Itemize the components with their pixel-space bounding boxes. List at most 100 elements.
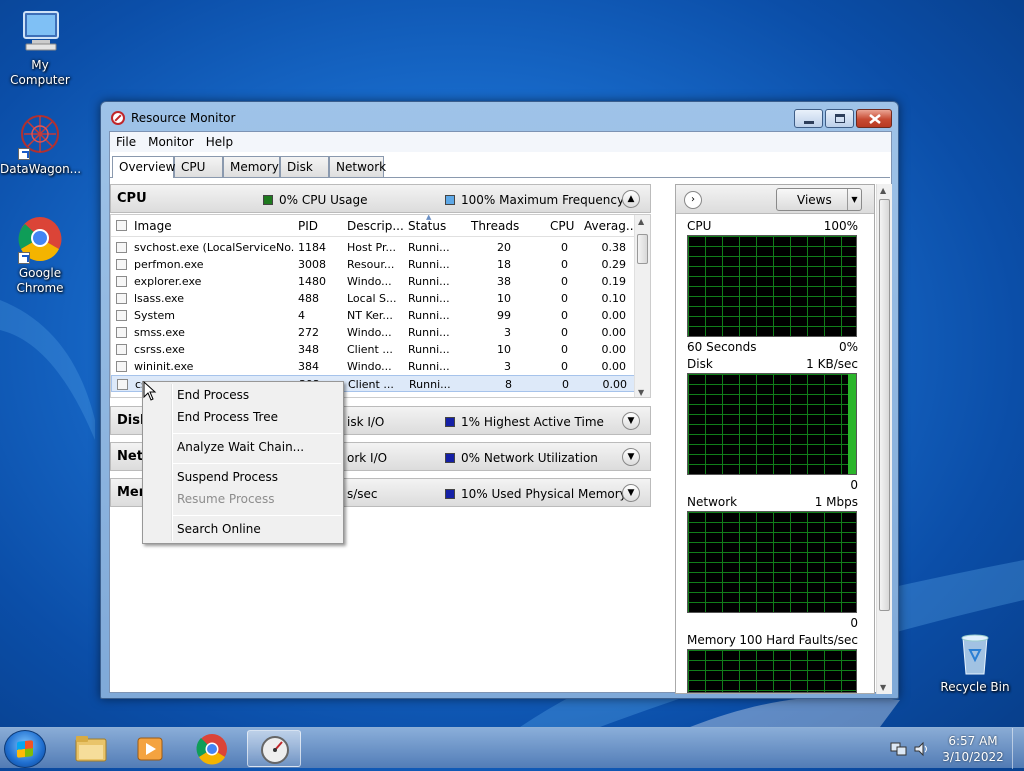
col-status[interactable]: Status <box>408 219 446 233</box>
resource-monitor-icon <box>261 736 289 764</box>
cpu-section-title: CPU <box>117 191 147 206</box>
graph-pane-header: › Views ▼ <box>676 185 874 214</box>
menu-file[interactable]: File <box>110 132 142 149</box>
volume-tray-icon[interactable] <box>913 741 931 757</box>
row-checkbox[interactable] <box>116 310 127 321</box>
scroll-down-icon[interactable]: ▼ <box>638 388 644 397</box>
views-button[interactable]: Views ▼ <box>776 188 862 211</box>
menu-item-suspend-process[interactable]: Suspend Process <box>177 470 278 484</box>
taskbar-resource-monitor-button[interactable] <box>247 730 301 767</box>
taskbar-chrome-button[interactable] <box>185 730 239 767</box>
graph-disk-max: 1 KB/sec <box>806 357 858 371</box>
desktop-icon-datawagon[interactable]: DataWagon... <box>0 112 81 177</box>
row-checkbox[interactable] <box>116 276 127 287</box>
expand-disk-button[interactable]: ▼ <box>622 412 640 430</box>
close-button[interactable] <box>856 109 892 128</box>
graph-pane: › Views ▼ CPU 100% 60 Seconds 0% Disk 1 … <box>675 184 875 694</box>
expand-memory-button[interactable]: ▼ <box>622 484 640 502</box>
menu-item-search-online[interactable]: Search Online <box>177 522 261 536</box>
cpu-frequency-text: 100% Maximum Frequency <box>461 193 625 207</box>
row-checkbox[interactable] <box>116 344 127 355</box>
shortcut-arrow-icon <box>18 252 30 264</box>
row-checkbox[interactable] <box>116 259 127 270</box>
table-row[interactable]: wininit.exe 384 Windo... Runni... 3 0 0.… <box>111 358 636 375</box>
minimize-button[interactable] <box>794 109 823 128</box>
show-desktop-button[interactable] <box>1012 728 1024 769</box>
graph-pane-scrollbar[interactable]: ▲ ▼ <box>876 184 892 694</box>
folder-icon <box>75 736 107 762</box>
expand-network-button[interactable]: ▼ <box>622 448 640 466</box>
tab-cpu[interactable]: CPU <box>174 156 223 177</box>
table-row[interactable]: svchost.exe (LocalServiceNo... 1184 Host… <box>111 239 636 256</box>
scroll-up-icon[interactable]: ▲ <box>638 217 644 226</box>
menu-bar: File Monitor Help <box>110 132 891 152</box>
menu-monitor[interactable]: Monitor <box>142 132 200 149</box>
memory-graph <box>687 649 857 693</box>
scroll-thumb[interactable] <box>879 199 890 611</box>
row-checkbox[interactable] <box>116 361 127 372</box>
computer-icon <box>16 8 64 56</box>
row-checkbox[interactable] <box>116 293 127 304</box>
desktop-icon-my-computer[interactable]: My Computer <box>0 8 80 88</box>
cpu-section-header[interactable]: CPU 0% CPU Usage 100% Maximum Frequency … <box>110 184 651 213</box>
table-row[interactable]: csrss.exe 348 Client ... Runni... 10 0 0… <box>111 341 636 358</box>
cpu-table-scrollbar[interactable]: ▲ ▼ <box>634 215 650 397</box>
title-bar[interactable]: Resource Monitor <box>101 102 898 132</box>
scroll-down-icon[interactable]: ▼ <box>880 683 886 692</box>
menu-help[interactable]: Help <box>200 132 239 149</box>
graph-memory-name: Memory <box>687 633 736 647</box>
tab-memory[interactable]: Memory <box>223 156 280 177</box>
taskbar: 6:57 AM 3/10/2022 <box>0 727 1024 769</box>
menu-separator <box>173 463 341 464</box>
menu-item-analyze-wait-chain[interactable]: Analyze Wait Chain... <box>177 440 304 454</box>
select-all-checkbox[interactable] <box>116 220 127 231</box>
recycle-bin-icon <box>951 630 999 678</box>
graph-network-max: 1 Mbps <box>814 495 858 509</box>
table-row[interactable]: explorer.exe 1480 Windo... Runni... 38 0… <box>111 273 636 290</box>
collapse-cpu-button[interactable]: ▲ <box>622 190 640 208</box>
disk-active-text: 1% Highest Active Time <box>461 415 604 429</box>
taskbar-media-player-button[interactable] <box>123 730 177 767</box>
menu-item-end-process-tree[interactable]: End Process Tree <box>177 410 278 424</box>
system-clock[interactable]: 6:57 AM 3/10/2022 <box>938 733 1008 765</box>
row-checkbox[interactable] <box>116 242 127 253</box>
row-checkbox[interactable] <box>117 379 128 390</box>
row-checkbox[interactable] <box>116 327 127 338</box>
disk-io-text: isk I/O <box>347 415 385 429</box>
scroll-thumb[interactable] <box>637 234 648 264</box>
cpu-table-header: Image PID Descrip... Status Threads CPU … <box>111 214 637 237</box>
window-title: Resource Monitor <box>131 111 236 125</box>
network-util-swatch <box>445 453 455 463</box>
desktop-icon-google-chrome[interactable]: Google Chrome <box>0 216 80 296</box>
disk-graph <box>687 373 857 475</box>
graph-cpu-min: 0% <box>838 340 858 354</box>
tab-disk[interactable]: Disk <box>280 156 329 177</box>
col-average[interactable]: Averag... <box>584 219 637 233</box>
tab-network[interactable]: Network <box>329 156 386 177</box>
col-pid[interactable]: PID <box>298 219 318 233</box>
start-button[interactable] <box>4 730 46 768</box>
graph-cpu-name: CPU <box>687 219 712 233</box>
sort-arrow-icon: ▲ <box>426 214 432 221</box>
table-row[interactable]: lsass.exe 488 Local S... Runni... 10 0 0… <box>111 290 636 307</box>
cpu-usage-swatch <box>263 195 273 205</box>
chrome-icon <box>16 216 64 264</box>
col-description[interactable]: Descrip... <box>347 219 404 233</box>
col-cpu[interactable]: CPU <box>550 219 574 233</box>
tab-overview[interactable]: Overview <box>112 156 176 178</box>
network-util-text: 0% Network Utilization <box>461 451 598 465</box>
graph-disk-name: Disk <box>687 357 713 371</box>
expand-graphs-button[interactable]: › <box>684 191 702 209</box>
menu-item-end-process[interactable]: End Process <box>177 388 249 402</box>
network-tray-icon[interactable] <box>890 741 908 757</box>
desktop-icon-recycle-bin[interactable]: Recycle Bin <box>935 630 1015 695</box>
maximize-button[interactable] <box>825 109 854 128</box>
table-row[interactable]: smss.exe 272 Windo... Runni... 3 0 0.00 <box>111 324 636 341</box>
memory-used-swatch <box>445 489 455 499</box>
col-threads[interactable]: Threads <box>471 219 519 233</box>
table-row[interactable]: System 4 NT Ker... Runni... 99 0 0.00 <box>111 307 636 324</box>
scroll-up-icon[interactable]: ▲ <box>880 186 886 195</box>
col-image[interactable]: Image <box>134 219 172 233</box>
table-row[interactable]: perfmon.exe 3008 Resour... Runni... 18 0… <box>111 256 636 273</box>
taskbar-explorer-button[interactable] <box>63 730 117 767</box>
